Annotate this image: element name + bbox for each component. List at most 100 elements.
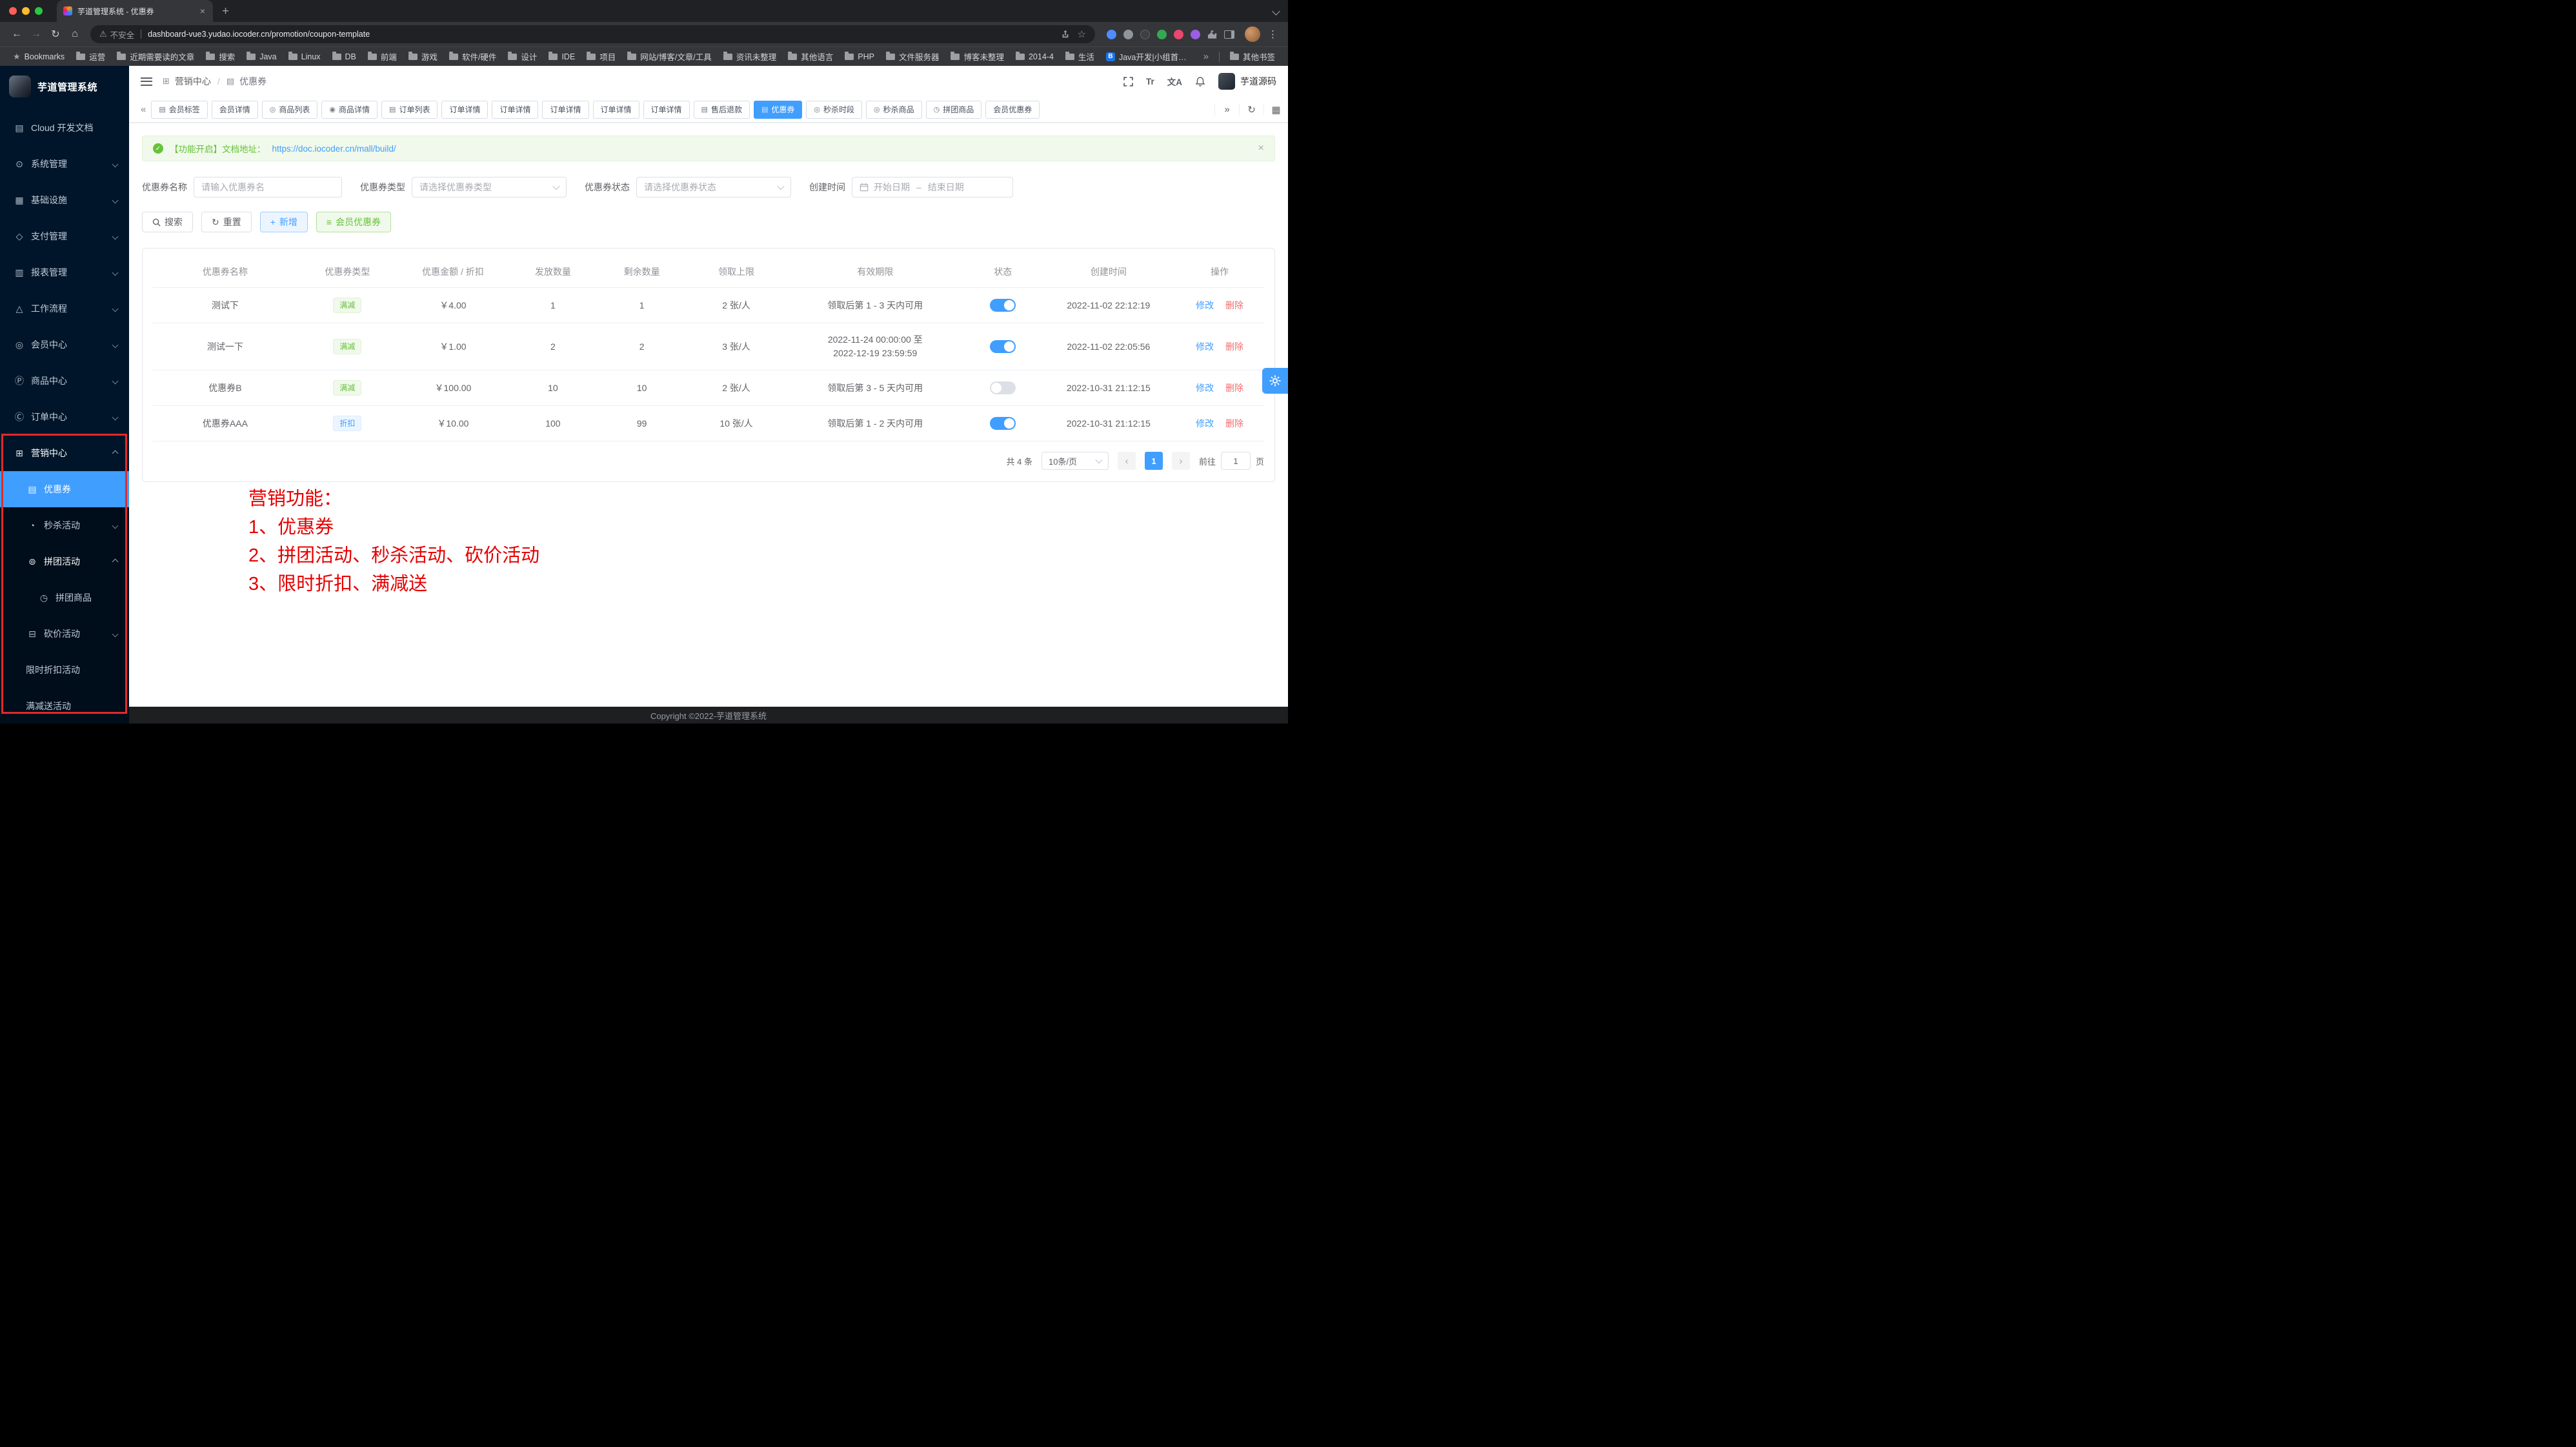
extension-icon[interactable] xyxy=(1107,30,1116,39)
bookmark-item[interactable]: 前端 xyxy=(363,48,402,65)
user-menu[interactable]: 芋道源码 xyxy=(1218,73,1276,90)
edit-link[interactable]: 修改 xyxy=(1196,383,1214,393)
doc-link[interactable]: https://doc.iocoder.cn/mall/build/ xyxy=(272,144,396,154)
side-panel-icon[interactable] xyxy=(1224,30,1234,39)
bookmark-item[interactable]: IDE xyxy=(543,50,580,63)
app-logo[interactable]: 芋道管理系统 xyxy=(0,66,129,107)
bookmark-item[interactable]: 软件/硬件 xyxy=(444,48,501,65)
search-button[interactable]: 搜索 xyxy=(142,212,193,232)
new-tab-button[interactable]: + xyxy=(222,5,229,17)
delete-link[interactable]: 删除 xyxy=(1225,383,1243,393)
tagview-tab[interactable]: 订单详情 xyxy=(492,101,538,119)
bookmark-item[interactable]: 2014-4 xyxy=(1011,50,1059,63)
sidebar-item[interactable]: ▦ 基础设施 xyxy=(0,182,129,218)
bookmark-item[interactable]: B Java开发|小组首… xyxy=(1101,48,1192,65)
bookmark-item[interactable]: 搜索 xyxy=(201,48,240,65)
sidebar-item[interactable]: △ 工作流程 xyxy=(0,290,129,327)
layout-grid-icon[interactable]: ▦ xyxy=(1263,104,1288,116)
delete-link[interactable]: 删除 xyxy=(1225,300,1243,310)
prev-page-button[interactable]: ‹ xyxy=(1118,452,1136,470)
maximize-window-button[interactable] xyxy=(35,7,43,15)
bookmark-item[interactable]: 游戏 xyxy=(403,48,443,65)
home-button[interactable]: ⌂ xyxy=(66,25,84,43)
refresh-page-icon[interactable]: ↻ xyxy=(1239,104,1263,116)
delete-link[interactable]: 删除 xyxy=(1225,341,1243,352)
extension-icon[interactable] xyxy=(1191,30,1200,39)
sidebar-item[interactable]: Ⓟ 商品中心 xyxy=(0,363,129,399)
font-size-icon[interactable]: Tr xyxy=(1146,77,1154,86)
breadcrumb-section[interactable]: 营销中心 xyxy=(175,75,211,88)
bookmark-item[interactable]: Linux xyxy=(283,50,326,63)
status-switch[interactable] xyxy=(990,381,1016,394)
current-page-button[interactable]: 1 xyxy=(1145,452,1163,470)
sidebar-item[interactable]: ▤ 优惠券 xyxy=(0,471,129,507)
tags-scroll-right-icon[interactable]: » xyxy=(1214,104,1239,116)
bookmark-item[interactable]: 网站/博客/文章/工具 xyxy=(622,48,716,65)
delete-link[interactable]: 删除 xyxy=(1225,418,1243,429)
tagview-tab[interactable]: ◷ 拼团商品 xyxy=(926,101,982,119)
member-coupon-button[interactable]: ≡ 会员优惠券 xyxy=(316,212,391,232)
tagview-tab[interactable]: ▤ 订单列表 xyxy=(381,101,438,119)
tagview-tab[interactable]: 订单详情 xyxy=(542,101,589,119)
bookmark-item[interactable]: 资讯未整理 xyxy=(718,48,782,65)
status-switch[interactable] xyxy=(990,340,1016,353)
sidebar-item[interactable]: ◎ 会员中心 xyxy=(0,327,129,363)
extension-icon[interactable] xyxy=(1174,30,1183,39)
tagview-tab[interactable]: ▤ 优惠券 xyxy=(754,101,802,119)
sidebar-item[interactable]: ◔ 秒杀活动 xyxy=(0,507,129,543)
bookmarks-overflow-icon[interactable]: » xyxy=(1198,51,1214,62)
bookmark-item[interactable]: 运营 xyxy=(71,48,110,65)
sidebar-item[interactable]: Ⓒ 订单中心 xyxy=(0,399,129,435)
edit-link[interactable]: 修改 xyxy=(1196,418,1214,429)
fullscreen-icon[interactable] xyxy=(1123,77,1133,86)
extensions-puzzle-icon[interactable] xyxy=(1207,30,1217,39)
close-window-button[interactable] xyxy=(9,7,17,15)
extension-icon[interactable] xyxy=(1157,30,1167,39)
sidebar-item[interactable]: ⊞ 营销中心 xyxy=(0,435,129,471)
collapse-menu-icon[interactable] xyxy=(141,77,152,86)
tagview-tab[interactable]: ◉ 商品详情 xyxy=(321,101,377,119)
sidebar-item[interactable]: ◇ 支付管理 xyxy=(0,218,129,254)
share-icon[interactable] xyxy=(1061,30,1070,39)
bookmark-item[interactable]: ★ Bookmarks xyxy=(8,50,70,63)
page-size-select[interactable]: 10条/页 xyxy=(1041,452,1109,470)
minimize-window-button[interactable] xyxy=(22,7,30,15)
sidebar-item[interactable]: ▤ Cloud 开发文档 xyxy=(0,110,129,146)
extension-icon[interactable] xyxy=(1140,30,1150,39)
tagview-tab[interactable]: ◎ 秒杀商品 xyxy=(866,101,922,119)
coupon-type-select[interactable]: 请选择优惠券类型 xyxy=(412,177,567,197)
banner-close-icon[interactable]: × xyxy=(1258,143,1264,154)
add-button[interactable]: + 新增 xyxy=(260,212,308,232)
back-button[interactable]: ← xyxy=(8,25,26,43)
browser-profile-avatar[interactable] xyxy=(1245,26,1260,42)
forward-button[interactable]: → xyxy=(27,25,45,43)
bookmark-item[interactable]: 生活 xyxy=(1060,48,1100,65)
address-bar[interactable]: ⚠ 不安全 dashboard-vue3.yudao.iocoder.cn/pr… xyxy=(90,25,1095,43)
reload-button[interactable]: ↻ xyxy=(46,25,65,43)
tagview-tab[interactable]: 订单详情 xyxy=(643,101,690,119)
extension-icon[interactable] xyxy=(1123,30,1133,39)
bookmark-item[interactable]: PHP xyxy=(840,50,880,63)
edit-link[interactable]: 修改 xyxy=(1196,300,1214,310)
bookmark-item[interactable]: 设计 xyxy=(503,48,542,65)
sidebar-item[interactable]: ⊙ 系统管理 xyxy=(0,146,129,182)
security-warning-icon[interactable]: ⚠ xyxy=(99,29,107,39)
tagview-tab[interactable]: ◎ 商品列表 xyxy=(262,101,318,119)
sidebar-item[interactable]: ⊚ 拼团活动 xyxy=(0,543,129,580)
other-bookmarks[interactable]: 其他书签 xyxy=(1225,48,1280,65)
bookmark-item[interactable]: 博客未整理 xyxy=(945,48,1009,65)
bookmark-item[interactable]: Java xyxy=(241,50,281,63)
bookmark-star-icon[interactable]: ☆ xyxy=(1078,28,1086,40)
sidebar-item[interactable]: 限时折扣活动 xyxy=(0,652,129,688)
tagview-tab[interactable]: 会员优惠券 xyxy=(985,101,1040,119)
reset-button[interactable]: ↻ 重置 xyxy=(201,212,252,232)
sidebar-item[interactable]: ◷ 拼团商品 xyxy=(0,580,129,616)
tab-close-icon[interactable]: × xyxy=(199,5,206,17)
settings-fab[interactable] xyxy=(1262,368,1288,394)
bookmark-item[interactable]: 项目 xyxy=(581,48,621,65)
browser-tab[interactable]: 芋道管理系统 - 优惠券 × xyxy=(57,0,213,22)
sidebar-item[interactable]: ⊟ 砍价活动 xyxy=(0,616,129,652)
sidebar-item[interactable]: 满减送活动 xyxy=(0,688,129,724)
next-page-button[interactable]: › xyxy=(1172,452,1190,470)
tab-search-icon[interactable] xyxy=(1272,7,1280,15)
